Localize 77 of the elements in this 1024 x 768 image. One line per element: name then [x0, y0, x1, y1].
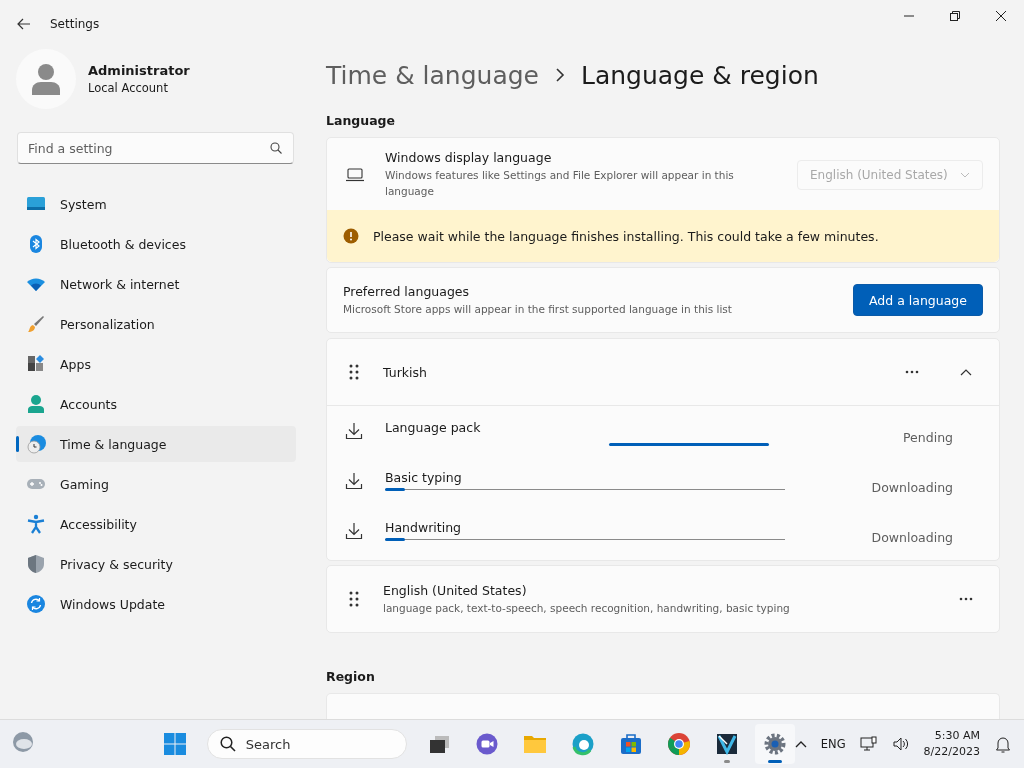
chevron-right-icon	[554, 68, 565, 82]
nav-item[interactable]: Accessibility	[16, 506, 296, 542]
drag-handle-icon[interactable]	[349, 364, 359, 380]
nav-item[interactable]: Accounts	[16, 386, 296, 422]
gear-icon	[762, 732, 787, 756]
status-label: Downloading	[871, 479, 953, 495]
feature-name: Language pack	[385, 420, 482, 435]
taskbar-app[interactable]	[754, 724, 795, 764]
section-heading: Language	[326, 113, 396, 128]
setting-description: Windows features like Settings and File Explorer will appear in this language	[385, 168, 735, 199]
chevron-down-icon	[960, 171, 970, 178]
restore-icon	[950, 11, 960, 21]
globe-clock-icon	[26, 434, 46, 454]
nav-item[interactable]: System	[16, 186, 296, 222]
warning-message: Please wait while the language finishes installing. This could take a few minutes.	[373, 228, 879, 244]
nav-item[interactable]: Bluetooth & devices	[16, 226, 296, 262]
download-icon	[345, 522, 363, 540]
close-icon	[996, 11, 1006, 21]
setting-title: Preferred languages	[343, 283, 471, 299]
more-icon	[959, 597, 973, 601]
nav-item[interactable]: Privacy & security	[16, 546, 296, 582]
editor-icon	[714, 732, 739, 756]
input-language[interactable]: ENG	[820, 737, 846, 751]
weather-icon[interactable]	[11, 730, 35, 754]
language-features: language pack, text-to-speech, speech recognition, handwriting, basic typing	[383, 600, 791, 616]
account-name: Administrator	[88, 63, 190, 78]
clock[interactable]: 5:30 AM 8/22/2023	[923, 728, 980, 760]
running-indicator	[723, 760, 730, 763]
browser-icon	[570, 732, 595, 756]
circle-ring-icon	[666, 732, 691, 756]
language-name: English (United States)	[383, 582, 528, 598]
language-name: Turkish	[383, 364, 428, 380]
notification-icon[interactable]	[994, 735, 1012, 753]
chevron-up-icon[interactable]	[794, 740, 807, 748]
feature-name: Handwriting	[385, 520, 462, 535]
drag-handle-icon[interactable]	[349, 591, 359, 607]
page-title: Language & region	[580, 60, 819, 90]
update-icon	[26, 594, 46, 614]
store-icon	[618, 732, 643, 756]
warning-icon	[343, 228, 359, 244]
network-icon[interactable]	[859, 736, 878, 752]
nav-item[interactable]: Windows Update	[16, 586, 296, 622]
status-label: Downloading	[871, 529, 953, 545]
accessibility-icon	[26, 514, 46, 534]
nav-item[interactable]: Gaming	[16, 466, 296, 502]
search-field[interactable]: Find a setting	[17, 132, 294, 164]
start-icon[interactable]	[162, 732, 187, 756]
breadcrumb-link[interactable]: Time & language	[326, 60, 539, 90]
volume-icon[interactable]	[891, 736, 910, 752]
apps-icon	[26, 354, 46, 374]
more-icon	[905, 370, 919, 374]
search-icon	[270, 142, 282, 154]
download-icon	[345, 472, 363, 490]
person-icon	[26, 394, 46, 414]
search-icon	[219, 736, 236, 752]
person-icon	[31, 63, 61, 95]
status-label: Pending	[903, 429, 953, 445]
setting-title: Windows display language	[385, 150, 553, 165]
taskbar-search[interactable]: Search	[206, 729, 407, 759]
nav-item[interactable]: Time & language	[16, 426, 296, 462]
download-icon	[345, 422, 363, 440]
laptop-icon	[345, 166, 365, 183]
feature-name: Basic typing	[385, 470, 463, 485]
running-indicator	[767, 760, 782, 763]
nav-item[interactable]: Apps	[16, 346, 296, 382]
nav-item[interactable]: Personalization	[16, 306, 296, 342]
shield-icon	[26, 554, 46, 574]
window-title: Settings	[50, 17, 100, 31]
nav-item[interactable]: Network & internet	[16, 266, 296, 302]
paintbrush-icon	[26, 314, 46, 334]
add-language-button[interactable]: Add a language	[853, 284, 983, 316]
video-chat-icon	[474, 732, 499, 756]
back-icon[interactable]	[16, 16, 32, 32]
account-type: Local Account	[88, 81, 169, 95]
setting-description: Microsoft Store apps will appear in the first supported language in this list	[343, 301, 733, 317]
chevron-up-icon	[960, 368, 972, 376]
section-heading: Region	[326, 669, 376, 684]
